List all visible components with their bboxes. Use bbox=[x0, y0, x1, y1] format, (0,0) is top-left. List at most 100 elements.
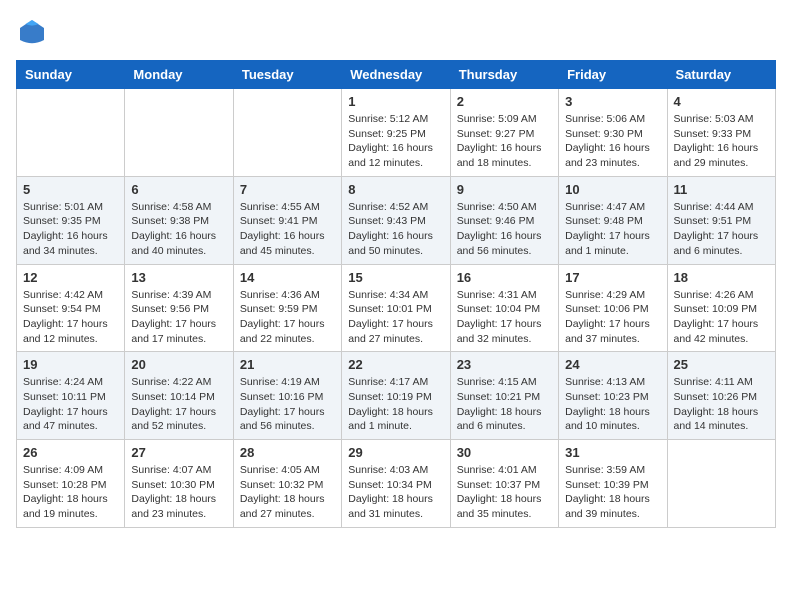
calendar-cell: 15 Sunrise: 4:34 AM Sunset: 10:01 PM Dayl… bbox=[342, 264, 450, 352]
calendar-cell: 7 Sunrise: 4:55 AM Sunset: 9:41 PM Daylig… bbox=[233, 176, 341, 264]
logo bbox=[16, 16, 52, 48]
day-info: Sunrise: 4:22 AM Sunset: 10:14 PM Daylig… bbox=[131, 375, 226, 434]
calendar-cell: 6 Sunrise: 4:58 AM Sunset: 9:38 PM Daylig… bbox=[125, 176, 233, 264]
calendar-cell: 30 Sunrise: 4:01 AM Sunset: 10:37 PM Dayl… bbox=[450, 440, 558, 528]
day-info: Sunrise: 4:07 AM Sunset: 10:30 PM Daylig… bbox=[131, 463, 226, 522]
day-info: Sunrise: 4:13 AM Sunset: 10:23 PM Daylig… bbox=[565, 375, 660, 434]
calendar-cell: 31 Sunrise: 3:59 AM Sunset: 10:39 PM Dayl… bbox=[559, 440, 667, 528]
day-info: Sunrise: 4:01 AM Sunset: 10:37 PM Daylig… bbox=[457, 463, 552, 522]
day-info: Sunrise: 4:36 AM Sunset: 9:59 PM Dayligh… bbox=[240, 288, 335, 347]
day-info: Sunrise: 4:11 AM Sunset: 10:26 PM Daylig… bbox=[674, 375, 769, 434]
calendar-cell: 17 Sunrise: 4:29 AM Sunset: 10:06 PM Dayl… bbox=[559, 264, 667, 352]
day-number: 19 bbox=[23, 357, 118, 372]
day-number: 29 bbox=[348, 445, 443, 460]
day-info: Sunrise: 4:42 AM Sunset: 9:54 PM Dayligh… bbox=[23, 288, 118, 347]
day-info: Sunrise: 3:59 AM Sunset: 10:39 PM Daylig… bbox=[565, 463, 660, 522]
day-info: Sunrise: 4:58 AM Sunset: 9:38 PM Dayligh… bbox=[131, 200, 226, 259]
day-header-wednesday: Wednesday bbox=[342, 61, 450, 89]
day-info: Sunrise: 4:47 AM Sunset: 9:48 PM Dayligh… bbox=[565, 200, 660, 259]
day-info: Sunrise: 4:03 AM Sunset: 10:34 PM Daylig… bbox=[348, 463, 443, 522]
calendar-cell: 29 Sunrise: 4:03 AM Sunset: 10:34 PM Dayl… bbox=[342, 440, 450, 528]
calendar-cell: 11Sunrise: 4:44 AM Sunset: 9:51 PM Dayli… bbox=[667, 176, 775, 264]
day-info: Sunrise: 4:19 AM Sunset: 10:16 PM Daylig… bbox=[240, 375, 335, 434]
day-info: Sunrise: 4:26 AM Sunset: 10:09 PM Daylig… bbox=[674, 288, 769, 347]
calendar-cell: 25 Sunrise: 4:11 AM Sunset: 10:26 PM Dayl… bbox=[667, 352, 775, 440]
day-info: Sunrise: 4:29 AM Sunset: 10:06 PM Daylig… bbox=[565, 288, 660, 347]
day-number: 8 bbox=[348, 182, 443, 197]
day-number: 18 bbox=[674, 270, 769, 285]
calendar-cell: 2 Sunrise: 5:09 AM Sunset: 9:27 PM Daylig… bbox=[450, 89, 558, 177]
day-info: Sunrise: 4:50 AM Sunset: 9:46 PM Dayligh… bbox=[457, 200, 552, 259]
day-number: 23 bbox=[457, 357, 552, 372]
calendar-cell: 3 Sunrise: 5:06 AM Sunset: 9:30 PM Daylig… bbox=[559, 89, 667, 177]
calendar-cell: 27 Sunrise: 4:07 AM Sunset: 10:30 PM Dayl… bbox=[125, 440, 233, 528]
day-info: Sunrise: 4:31 AM Sunset: 10:04 PM Daylig… bbox=[457, 288, 552, 347]
calendar-table: SundayMondayTuesdayWednesdayThursdayFrid… bbox=[16, 60, 776, 528]
day-number: 30 bbox=[457, 445, 552, 460]
day-header-sunday: Sunday bbox=[17, 61, 125, 89]
calendar-cell: 1 Sunrise: 5:12 AM Sunset: 9:25 PM Daylig… bbox=[342, 89, 450, 177]
day-number: 25 bbox=[674, 357, 769, 372]
calendar-week-2: 5 Sunrise: 5:01 AM Sunset: 9:35 PM Daylig… bbox=[17, 176, 776, 264]
calendar-cell: 26Sunrise: 4:09 AM Sunset: 10:28 PM Dayl… bbox=[17, 440, 125, 528]
calendar-cell: 18 Sunrise: 4:26 AM Sunset: 10:09 PM Dayl… bbox=[667, 264, 775, 352]
calendar-cell: 16 Sunrise: 4:31 AM Sunset: 10:04 PM Dayl… bbox=[450, 264, 558, 352]
day-number: 5 bbox=[23, 182, 118, 197]
day-header-monday: Monday bbox=[125, 61, 233, 89]
calendar-cell bbox=[233, 89, 341, 177]
day-info: Sunrise: 5:06 AM Sunset: 9:30 PM Dayligh… bbox=[565, 112, 660, 171]
day-number: 28 bbox=[240, 445, 335, 460]
day-number: 3 bbox=[565, 94, 660, 109]
day-number: 17 bbox=[565, 270, 660, 285]
calendar-cell bbox=[667, 440, 775, 528]
calendar-cell: 19 Sunrise: 4:24 AM Sunset: 10:11 PM Dayl… bbox=[17, 352, 125, 440]
day-number: 6 bbox=[131, 182, 226, 197]
calendar-cell: 22 Sunrise: 4:17 AM Sunset: 10:19 PM Dayl… bbox=[342, 352, 450, 440]
day-number: 14 bbox=[240, 270, 335, 285]
day-number: 10 bbox=[565, 182, 660, 197]
calendar-cell bbox=[125, 89, 233, 177]
day-number: 9 bbox=[457, 182, 552, 197]
calendar-cell: 9 Sunrise: 4:50 AM Sunset: 9:46 PM Daylig… bbox=[450, 176, 558, 264]
day-info: Sunrise: 5:12 AM Sunset: 9:25 PM Dayligh… bbox=[348, 112, 443, 171]
day-info: Sunrise: 4:24 AM Sunset: 10:11 PM Daylig… bbox=[23, 375, 118, 434]
page-header bbox=[16, 16, 776, 48]
calendar-cell: 28Sunrise: 4:05 AM Sunset: 10:32 PM Dayl… bbox=[233, 440, 341, 528]
calendar-cell: 24 Sunrise: 4:13 AM Sunset: 10:23 PM Dayl… bbox=[559, 352, 667, 440]
day-number: 4 bbox=[674, 94, 769, 109]
day-number: 31 bbox=[565, 445, 660, 460]
calendar-week-1: 1 Sunrise: 5:12 AM Sunset: 9:25 PM Daylig… bbox=[17, 89, 776, 177]
day-number: 24 bbox=[565, 357, 660, 372]
day-number: 16 bbox=[457, 270, 552, 285]
calendar-week-5: 26Sunrise: 4:09 AM Sunset: 10:28 PM Dayl… bbox=[17, 440, 776, 528]
day-info: Sunrise: 4:15 AM Sunset: 10:21 PM Daylig… bbox=[457, 375, 552, 434]
calendar-cell: 12 Sunrise: 4:42 AM Sunset: 9:54 PM Dayli… bbox=[17, 264, 125, 352]
calendar-cell: 10 Sunrise: 4:47 AM Sunset: 9:48 PM Dayli… bbox=[559, 176, 667, 264]
logo-icon bbox=[16, 16, 48, 48]
day-number: 15 bbox=[348, 270, 443, 285]
calendar-cell: 14 Sunrise: 4:36 AM Sunset: 9:59 PM Dayli… bbox=[233, 264, 341, 352]
day-info: Sunrise: 5:01 AM Sunset: 9:35 PM Dayligh… bbox=[23, 200, 118, 259]
day-header-saturday: Saturday bbox=[667, 61, 775, 89]
day-info: Sunrise: 4:39 AM Sunset: 9:56 PM Dayligh… bbox=[131, 288, 226, 347]
day-number: 22 bbox=[348, 357, 443, 372]
calendar-cell: 4 Sunrise: 5:03 AM Sunset: 9:33 PM Daylig… bbox=[667, 89, 775, 177]
calendar-week-3: 12 Sunrise: 4:42 AM Sunset: 9:54 PM Dayli… bbox=[17, 264, 776, 352]
day-number: 20 bbox=[131, 357, 226, 372]
day-info: Sunrise: 4:55 AM Sunset: 9:41 PM Dayligh… bbox=[240, 200, 335, 259]
day-number: 1 bbox=[348, 94, 443, 109]
calendar-cell: 8 Sunrise: 4:52 AM Sunset: 9:43 PM Daylig… bbox=[342, 176, 450, 264]
day-info: Sunrise: 4:17 AM Sunset: 10:19 PM Daylig… bbox=[348, 375, 443, 434]
day-info: Sunrise: 5:09 AM Sunset: 9:27 PM Dayligh… bbox=[457, 112, 552, 171]
day-number: 7 bbox=[240, 182, 335, 197]
calendar-cell: 23 Sunrise: 4:15 AM Sunset: 10:21 PM Dayl… bbox=[450, 352, 558, 440]
day-number: 2 bbox=[457, 94, 552, 109]
day-info: Sunrise: 4:09 AM Sunset: 10:28 PM Daylig… bbox=[23, 463, 118, 522]
day-info: Sunrise: 4:52 AM Sunset: 9:43 PM Dayligh… bbox=[348, 200, 443, 259]
day-header-friday: Friday bbox=[559, 61, 667, 89]
day-number: 12 bbox=[23, 270, 118, 285]
day-number: 27 bbox=[131, 445, 226, 460]
day-header-thursday: Thursday bbox=[450, 61, 558, 89]
day-info: Sunrise: 5:03 AM Sunset: 9:33 PM Dayligh… bbox=[674, 112, 769, 171]
day-info: Sunrise: 4:34 AM Sunset: 10:01 PM Daylig… bbox=[348, 288, 443, 347]
